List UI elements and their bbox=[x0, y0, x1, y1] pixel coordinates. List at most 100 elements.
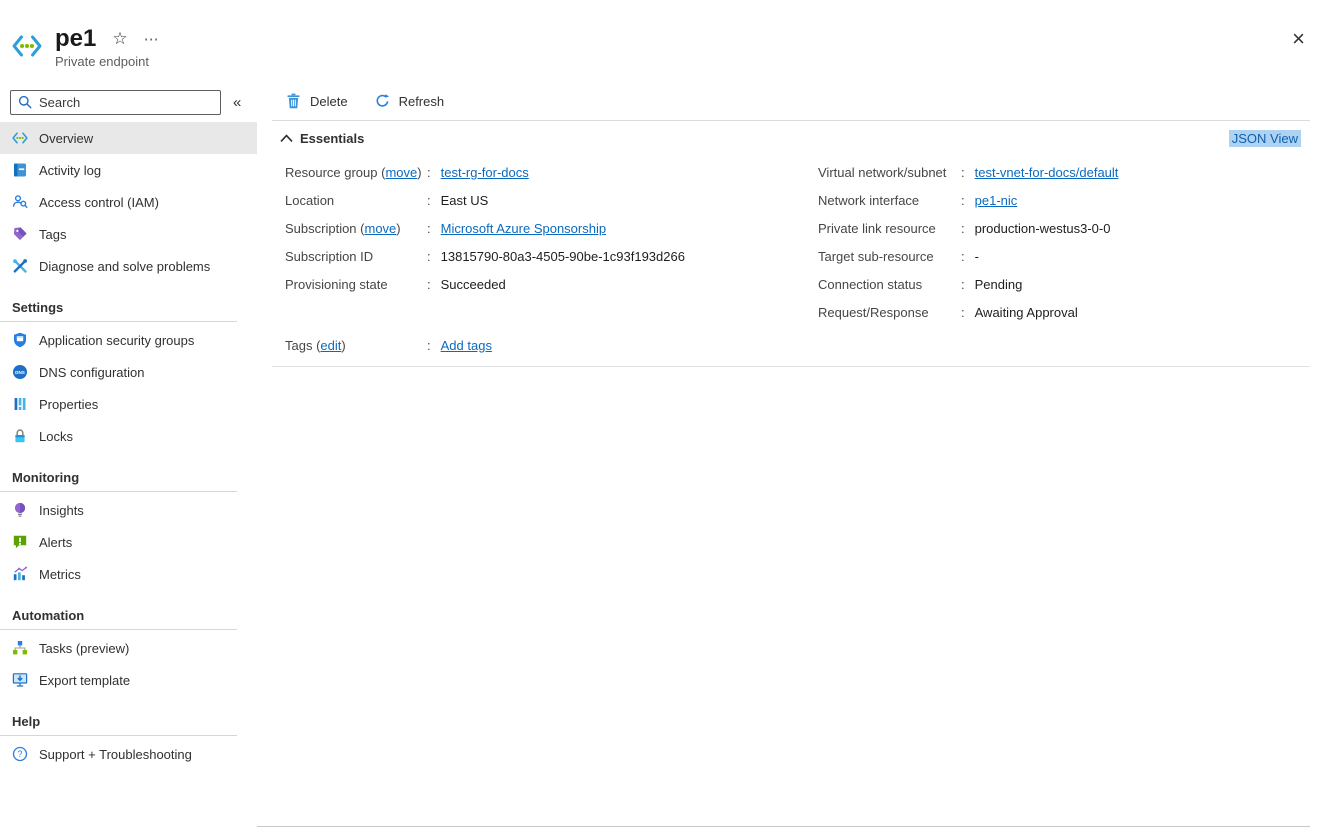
colon-separator: : bbox=[961, 193, 965, 208]
provisioning-state-label: Provisioning state bbox=[285, 277, 423, 292]
search-box bbox=[10, 90, 221, 115]
resource-group-value-link[interactable]: test-rg-for-docs bbox=[441, 165, 529, 180]
sidebar-item-insights[interactable]: Insights bbox=[0, 494, 257, 526]
colon-separator: : bbox=[427, 193, 431, 208]
essentials-row-private-link-resource: Private link resource:production-westus3… bbox=[818, 214, 1323, 242]
request-response-label: Request/Response bbox=[818, 305, 957, 320]
essentials-row-request-response: Request/Response: Awaiting Approval bbox=[818, 298, 1323, 326]
subscription-value-link[interactable]: Microsoft Azure Sponsorship bbox=[441, 221, 606, 236]
private-link-resource-value: production-westus3-0-0 bbox=[975, 221, 1111, 236]
essentials-row-subscription-id: Subscription ID:13815790-80a3-4505-90be-… bbox=[285, 242, 810, 270]
colon-separator: : bbox=[427, 277, 431, 292]
sidebar-item-access-control-iam[interactable]: Access control (IAM) bbox=[0, 186, 257, 218]
sidebar-item-label: Properties bbox=[39, 397, 98, 412]
virtual-network-subnet-label: Virtual network/subnet bbox=[818, 165, 957, 180]
favorite-star-icon[interactable]: ☆ bbox=[112, 29, 127, 49]
shield-icon bbox=[12, 332, 28, 348]
sidebar-section-divider bbox=[0, 735, 237, 736]
sidebar-search-row: « bbox=[0, 88, 257, 122]
sidebar-item-alerts[interactable]: Alerts bbox=[0, 526, 257, 558]
colon-separator: : bbox=[427, 249, 431, 264]
essentials-row-network-interface: Network interface:pe1-nic bbox=[818, 186, 1323, 214]
essentials-header: Essentials JSON View bbox=[257, 121, 1329, 152]
essentials-left-column: Resource group (move):test-rg-for-docsLo… bbox=[285, 158, 810, 298]
sidebar-item-metrics[interactable]: Metrics bbox=[0, 558, 257, 590]
sidebar-item-export-template[interactable]: Export template bbox=[0, 664, 257, 696]
sidebar-section-monitoring: Monitoring Insights Alerts Metrics bbox=[0, 465, 257, 590]
sidebar-section-automation: AutomationTasks (preview)Export template bbox=[0, 603, 257, 696]
location-value: East US bbox=[441, 193, 489, 208]
essentials-row-subscription: Subscription (move): Microsoft Azure Spon… bbox=[285, 214, 810, 242]
lock-icon bbox=[12, 428, 28, 444]
colon-separator: : bbox=[961, 305, 965, 320]
subscription-label: Subscription (move) bbox=[285, 221, 423, 236]
question-circle-icon: ? bbox=[12, 746, 28, 762]
subscription-inline-link[interactable]: move bbox=[364, 221, 396, 236]
sidebar-item-dns-configuration[interactable]: DNS DNS configuration bbox=[0, 356, 257, 388]
network-interface-value-link[interactable]: pe1-nic bbox=[975, 193, 1018, 208]
essentials-row-location: Location: East US bbox=[285, 186, 810, 214]
sidebar-item-diagnose-and-solve-problems[interactable]: Diagnose and solve problems bbox=[0, 250, 257, 282]
colon-separator: : bbox=[427, 165, 431, 180]
tags-row: Tags (edit):Add tags bbox=[285, 331, 1329, 359]
sidebar-item-label: Alerts bbox=[39, 535, 72, 550]
sidebar-item-support-troubleshooting[interactable]: ? Support + Troubleshooting bbox=[0, 738, 257, 770]
location-label: Location bbox=[285, 193, 423, 208]
sidebar-item-label: Support + Troubleshooting bbox=[39, 747, 192, 762]
colon-separator: : bbox=[427, 221, 431, 236]
essentials-right-column: Virtual network/subnet: test-vnet-for-doc… bbox=[818, 158, 1323, 326]
sidebar-item-locks[interactable]: Locks bbox=[0, 420, 257, 452]
colon-separator: : bbox=[961, 249, 965, 264]
page-bottom-divider bbox=[257, 826, 1310, 827]
content-pane: Delete Refresh Essentials JSON View Reso… bbox=[257, 88, 1329, 839]
alert-icon bbox=[12, 534, 28, 550]
tags-label: Tags (edit) bbox=[285, 338, 423, 353]
sidebar-item-label: Export template bbox=[39, 673, 130, 688]
tags-inline-link[interactable]: edit bbox=[320, 338, 341, 353]
sidebar-item-label: Tasks (preview) bbox=[39, 641, 129, 656]
sidebar-item-label: Activity log bbox=[39, 163, 101, 178]
sidebar-item-application-security-groups[interactable]: Application security groups bbox=[0, 324, 257, 356]
request-response-value: Awaiting Approval bbox=[975, 305, 1078, 320]
sidebar-item-tasks-preview[interactable]: Tasks (preview) bbox=[0, 632, 257, 664]
virtual-network-subnet-value-link[interactable]: test-vnet-for-docs/default bbox=[975, 165, 1119, 180]
connection-status-value: Pending bbox=[975, 277, 1023, 292]
sidebar-item-overview[interactable]: Overview bbox=[0, 122, 257, 154]
resource-group-inline-link[interactable]: move bbox=[385, 165, 417, 180]
dns-icon: DNS bbox=[12, 364, 28, 380]
delete-button[interactable]: Delete bbox=[286, 93, 348, 109]
collapse-sidebar-icon[interactable]: « bbox=[230, 94, 244, 111]
tags-value-link[interactable]: Add tags bbox=[441, 338, 492, 353]
export-template-icon bbox=[12, 672, 28, 688]
json-view-link[interactable]: JSON View bbox=[1229, 130, 1301, 147]
resource-header: pe1 ☆ ⋯ Private endpoint bbox=[12, 26, 160, 69]
target-sub-resource-value: - bbox=[975, 249, 979, 264]
tag-icon bbox=[12, 226, 28, 242]
insights-bulb-icon bbox=[12, 502, 28, 518]
more-options-icon[interactable]: ⋯ bbox=[144, 30, 160, 48]
sidebar-item-properties[interactable]: Properties bbox=[0, 388, 257, 420]
sidebar-section-divider bbox=[0, 629, 237, 630]
sidebar-item-label: Access control (IAM) bbox=[39, 195, 159, 210]
provisioning-state-value: Succeeded bbox=[441, 277, 506, 292]
sidebar-item-activity-log[interactable]: Activity log bbox=[0, 154, 257, 186]
essentials-row-connection-status: Connection status:Pending bbox=[818, 270, 1323, 298]
tasks-flowchart-icon bbox=[12, 640, 28, 656]
essentials-row-target-sub-resource: Target sub-resource:- bbox=[818, 242, 1323, 270]
sidebar-section-settings: SettingsApplication security groupsDNSDN… bbox=[0, 295, 257, 452]
sidebar-item-tags[interactable]: Tags bbox=[0, 218, 257, 250]
resource-type-subtitle: Private endpoint bbox=[55, 54, 160, 69]
essentials-title[interactable]: Essentials bbox=[300, 131, 364, 146]
close-blade-icon[interactable]: × bbox=[1292, 28, 1305, 50]
search-input[interactable] bbox=[10, 90, 221, 115]
chevron-up-icon[interactable] bbox=[280, 134, 293, 143]
private-endpoint-icon bbox=[12, 35, 42, 59]
sidebar-section-divider bbox=[0, 491, 237, 492]
essentials-bottom-divider bbox=[272, 366, 1310, 367]
command-bar: Delete Refresh bbox=[257, 88, 1329, 120]
private-endpoint-icon bbox=[12, 130, 28, 146]
delete-button-label: Delete bbox=[310, 94, 348, 109]
refresh-button[interactable]: Refresh bbox=[375, 93, 445, 109]
sidebar-item-label: DNS configuration bbox=[39, 365, 145, 380]
sidebar-section-title: Monitoring bbox=[0, 465, 257, 491]
